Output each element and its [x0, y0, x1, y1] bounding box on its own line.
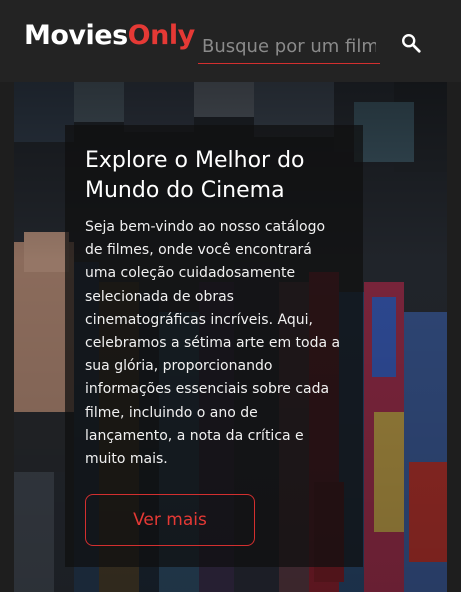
ver-mais-button[interactable]: Ver mais	[85, 494, 255, 546]
hero-title: Explore o Melhor do Mundo do Cinema	[85, 148, 305, 203]
hero-description: Seja bem-vindo ao nosso catálogo de film…	[85, 219, 341, 468]
logo-text-movies: Movies	[24, 20, 128, 51]
search-button[interactable]	[396, 28, 426, 58]
search-icon	[402, 34, 421, 53]
logo[interactable]: MoviesOnly	[24, 16, 195, 56]
header: MoviesOnly	[0, 0, 461, 82]
logo-text-only: Only	[127, 20, 196, 51]
search-input[interactable]	[198, 30, 380, 64]
